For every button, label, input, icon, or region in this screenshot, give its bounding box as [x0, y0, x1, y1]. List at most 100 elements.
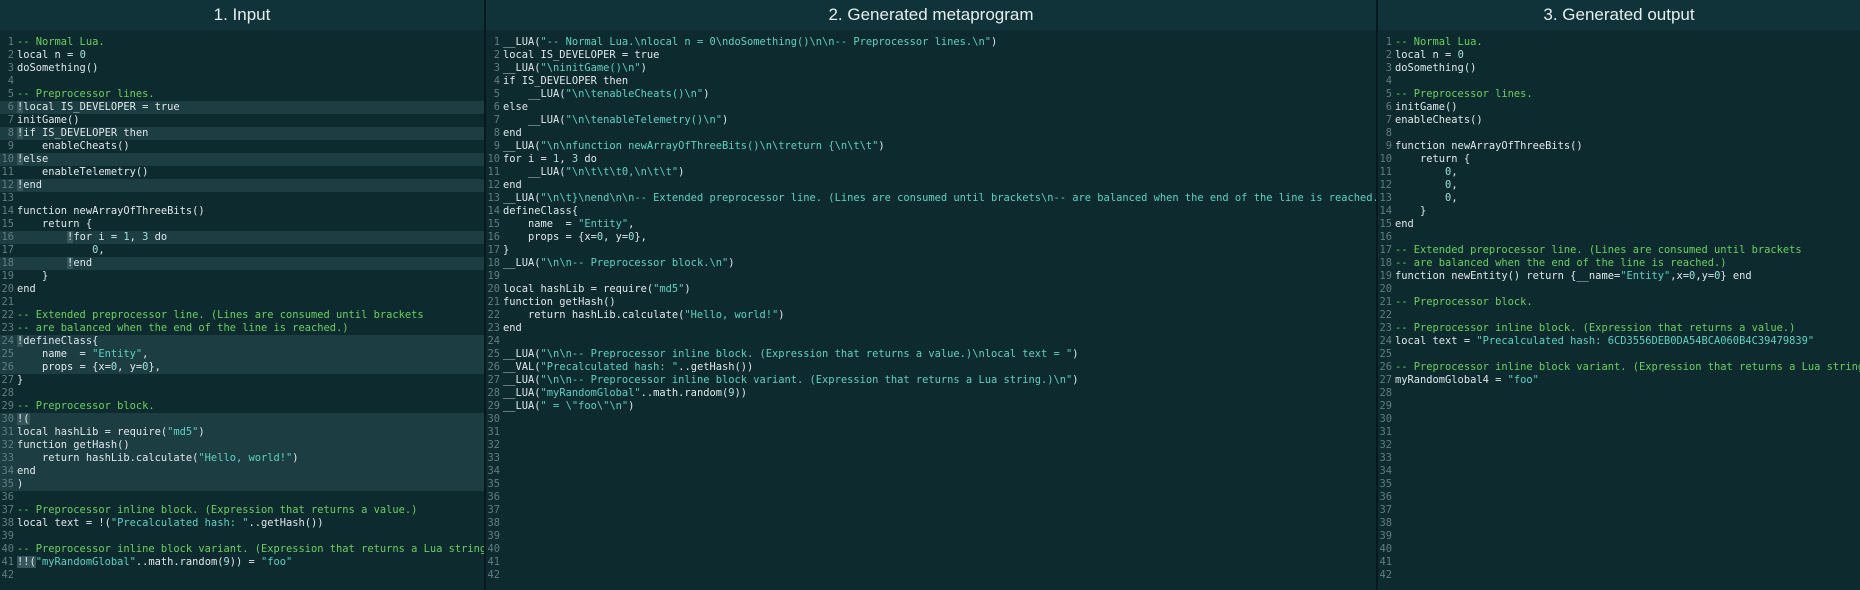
code-line[interactable]: 38: [1378, 517, 1860, 530]
code-line[interactable]: 7 initGame(): [0, 114, 484, 127]
code-line[interactable]: 29 -- Preprocessor block.: [0, 400, 484, 413]
code-line[interactable]: 33 return hashLib.calculate("Hello, worl…: [0, 452, 484, 465]
code-line[interactable]: 26 __VAL("Precalculated hash: "..getHash(…: [486, 361, 1376, 374]
code-line[interactable]: 20: [1378, 283, 1860, 296]
code-line[interactable]: 32: [1378, 439, 1860, 452]
code-line[interactable]: 14 }: [1378, 205, 1860, 218]
code-line[interactable]: 21: [0, 296, 484, 309]
code-line[interactable]: 10 return {: [1378, 153, 1860, 166]
code-line[interactable]: 33: [1378, 452, 1860, 465]
code-line[interactable]: 34: [486, 465, 1376, 478]
code-line[interactable]: 25 __LUA("\n\n-- Preprocessor inline bloc…: [486, 348, 1376, 361]
code-line[interactable]: 26 -- Preprocessor inline block variant. …: [1378, 361, 1860, 374]
code-line[interactable]: 19: [486, 270, 1376, 283]
code-line[interactable]: 1 -- Normal Lua.: [0, 36, 484, 49]
code-line[interactable]: 30: [1378, 413, 1860, 426]
code-line[interactable]: 15 name = "Entity",: [486, 218, 1376, 231]
code-line[interactable]: 21 function getHash(): [486, 296, 1376, 309]
code-line[interactable]: 15 return {: [0, 218, 484, 231]
code-line[interactable]: 7 enableCheats(): [1378, 114, 1860, 127]
code-line[interactable]: 11 __LUA("\n\t\t\t0,\n\t\t"): [486, 166, 1376, 179]
code-line[interactable]: 13 0,: [1378, 192, 1860, 205]
code-line[interactable]: 28: [1378, 387, 1860, 400]
code-line[interactable]: 32: [486, 439, 1376, 452]
code-line[interactable]: 42: [1378, 569, 1860, 582]
code-line[interactable]: 4: [1378, 75, 1860, 88]
code-line[interactable]: 8 end: [486, 127, 1376, 140]
code-line[interactable]: 25: [1378, 348, 1860, 361]
code-line[interactable]: 3 doSomething(): [1378, 62, 1860, 75]
code-line[interactable]: 9 __LUA("\n\nfunction newArrayOfThreeBits…: [486, 140, 1376, 153]
code-line[interactable]: 27}: [0, 374, 484, 387]
code-line[interactable]: 32 function getHash(): [0, 439, 484, 452]
code-line[interactable]: 24 !defineClass{: [0, 335, 484, 348]
code-line[interactable]: 9 enableCheats(): [0, 140, 484, 153]
code-line[interactable]: 37: [486, 504, 1376, 517]
code-view[interactable]: 1 -- Normal Lua. 2 local n = 0 3 doSomething(…: [1378, 36, 1860, 582]
code-line[interactable]: 20 end: [0, 283, 484, 296]
code-line[interactable]: 6 else: [486, 101, 1376, 114]
code-line[interactable]: 4: [0, 75, 484, 88]
code-line[interactable]: 41: [486, 556, 1376, 569]
code-line[interactable]: 39: [1378, 530, 1860, 543]
code-line[interactable]: 24: [486, 335, 1376, 348]
code-line[interactable]: 40: [1378, 543, 1860, 556]
code-line[interactable]: 11 0,: [1378, 166, 1860, 179]
code-line[interactable]: 21 -- Preprocessor block.: [1378, 296, 1860, 309]
code-line[interactable]: 40: [486, 543, 1376, 556]
code-line[interactable]: 31 local hashLib = require("md5"): [0, 426, 484, 439]
code-line[interactable]: 42: [0, 569, 484, 582]
code-line[interactable]: 20 local hashLib = require("md5"): [486, 283, 1376, 296]
code-line[interactable]: 2 local n = 0: [0, 49, 484, 62]
code-line[interactable]: 31: [1378, 426, 1860, 439]
code-line[interactable]: 35): [0, 478, 484, 491]
code-line[interactable]: 22 -- Extended preprocessor line. (Lines …: [0, 309, 484, 322]
code-line[interactable]: 8: [1378, 127, 1860, 140]
code-line[interactable]: 42: [486, 569, 1376, 582]
code-line[interactable]: 13 __LUA("\n\t}\nend\n\n-- Extended prepr…: [486, 192, 1376, 205]
code-line[interactable]: 36: [0, 491, 484, 504]
code-line[interactable]: 26 props = {x=0, y=0},: [0, 361, 484, 374]
code-line[interactable]: 17 -- Extended preprocessor line. (Lines …: [1378, 244, 1860, 257]
code-line[interactable]: 23 -- Preprocessor inline block. (Express…: [1378, 322, 1860, 335]
code-line[interactable]: 17}: [486, 244, 1376, 257]
code-line[interactable]: 28 __LUA("myRandomGlobal"..math.random(9)…: [486, 387, 1376, 400]
code-line[interactable]: 13: [0, 192, 484, 205]
code-line[interactable]: 22 return hashLib.calculate("Hello, worl…: [486, 309, 1376, 322]
code-line[interactable]: 10 !else: [0, 153, 484, 166]
code-line[interactable]: 37: [1378, 504, 1860, 517]
code-line[interactable]: 36: [1378, 491, 1860, 504]
code-line[interactable]: 18 -- are balanced when the end of the li…: [1378, 257, 1860, 270]
code-line[interactable]: 11 enableTelemetry(): [0, 166, 484, 179]
code-line[interactable]: 29 __LUA(" = \"foo\"\n"): [486, 400, 1376, 413]
code-line[interactable]: 22: [1378, 309, 1860, 322]
code-line[interactable]: 12 end: [486, 179, 1376, 192]
code-line[interactable]: 19 function newEntity() return {__name="E…: [1378, 270, 1860, 283]
code-line[interactable]: 3 __LUA("\ninitGame()\n"): [486, 62, 1376, 75]
code-line[interactable]: 27 __LUA("\n\n-- Preprocessor inline bloc…: [486, 374, 1376, 387]
code-line[interactable]: 12 !end: [0, 179, 484, 192]
code-line[interactable]: 7 __LUA("\n\tenableTelemetry()\n"): [486, 114, 1376, 127]
code-line[interactable]: 8 !if IS_DEVELOPER then: [0, 127, 484, 140]
code-line[interactable]: 5 -- Preprocessor lines.: [1378, 88, 1860, 101]
code-view[interactable]: 1 __LUA("-- Normal Lua.\nlocal n = 0\ndoS…: [486, 36, 1376, 582]
code-line[interactable]: 40 -- Preprocessor inline block variant. …: [0, 543, 484, 556]
code-line[interactable]: 35: [1378, 478, 1860, 491]
code-line[interactable]: 33: [486, 452, 1376, 465]
code-line[interactable]: 1 -- Normal Lua.: [1378, 36, 1860, 49]
code-line[interactable]: 6 initGame(): [1378, 101, 1860, 114]
code-line[interactable]: 14 function newArrayOfThreeBits(): [0, 205, 484, 218]
code-line[interactable]: 30: [486, 413, 1376, 426]
pane-generated-metaprogram[interactable]: 2. Generated metaprogram 1 __LUA("-- Norm…: [484, 0, 1376, 590]
code-line[interactable]: 18 __LUA("\n\n-- Preprocessor block.\n"): [486, 257, 1376, 270]
code-line[interactable]: 38 local text = !("Precalculated hash: ".…: [0, 517, 484, 530]
code-line[interactable]: 25 name = "Entity",: [0, 348, 484, 361]
code-line[interactable]: 3 doSomething(): [0, 62, 484, 75]
code-line[interactable]: 29: [1378, 400, 1860, 413]
code-line[interactable]: 6 !local IS_DEVELOPER = true: [0, 101, 484, 114]
code-line[interactable]: 16 !for i = 1, 3 do: [0, 231, 484, 244]
code-line[interactable]: 38: [486, 517, 1376, 530]
code-line[interactable]: 37 -- Preprocessor inline block. (Express…: [0, 504, 484, 517]
code-line[interactable]: 12 0,: [1378, 179, 1860, 192]
pane-generated-output[interactable]: 3. Generated output 1 -- Normal Lua. 2 loca…: [1376, 0, 1860, 590]
